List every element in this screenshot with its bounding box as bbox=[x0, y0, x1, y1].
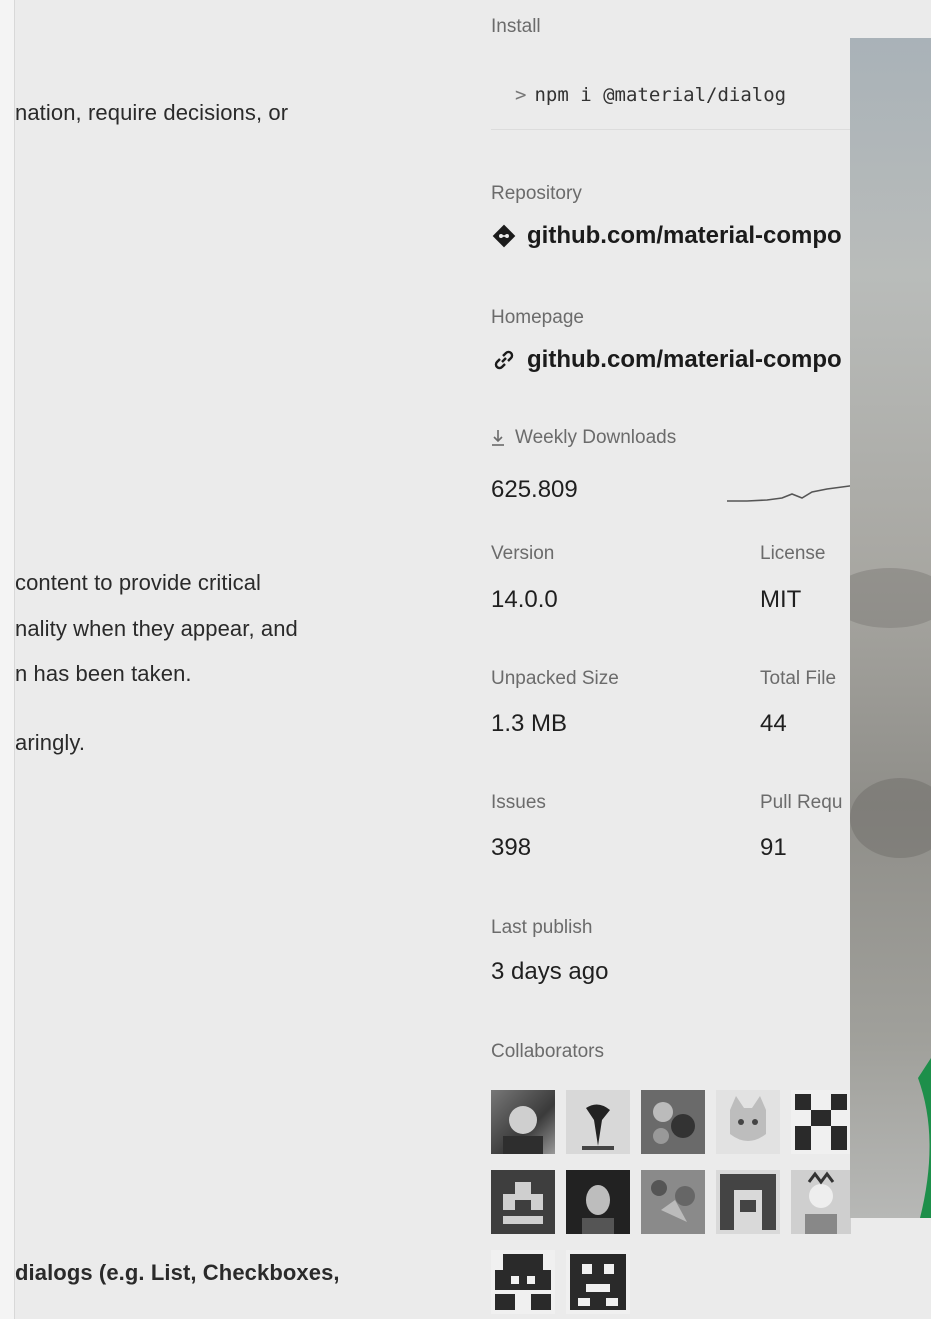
avatar-photo-icon bbox=[651, 1180, 695, 1222]
overlay-photo bbox=[850, 38, 931, 1218]
avatar-photo-icon bbox=[653, 1102, 695, 1144]
pull-requests-value[interactable]: 91 bbox=[760, 834, 787, 862]
readme-text-line: content to provide critical bbox=[15, 570, 262, 595]
collaborator-avatar[interactable] bbox=[791, 1170, 851, 1234]
homepage-link-text[interactable]: github.com/material-compo bbox=[527, 346, 842, 374]
homepage-link[interactable]: github.com/material-compo bbox=[491, 346, 842, 374]
homepage-label: Homepage bbox=[491, 307, 584, 328]
identicon-icon bbox=[720, 1174, 776, 1230]
identicon-icon bbox=[503, 1182, 543, 1224]
readme-text-line: dialogs (e.g. List, Checkboxes, bbox=[15, 1260, 340, 1285]
issues-value[interactable]: 398 bbox=[491, 834, 531, 862]
readme-text-line: nality when they appear, and bbox=[15, 616, 298, 641]
collaborator-avatar[interactable] bbox=[641, 1170, 705, 1234]
weekly-downloads-label: Weekly Downloads bbox=[491, 427, 676, 449]
install-label: Install bbox=[491, 16, 541, 37]
photo-image-icon bbox=[850, 568, 931, 1218]
total-files-label: Total File bbox=[760, 668, 837, 689]
identicon-icon bbox=[795, 1094, 847, 1150]
collaborator-avatar[interactable] bbox=[641, 1090, 705, 1154]
install-command-box[interactable]: > npm i @material/dialog bbox=[491, 58, 861, 130]
readme-text-line: aringly. bbox=[15, 730, 86, 755]
download-icon bbox=[492, 430, 504, 446]
collaborator-avatar[interactable] bbox=[491, 1090, 555, 1154]
collaborator-avatar[interactable] bbox=[566, 1250, 630, 1314]
total-files-value: 44 bbox=[760, 710, 787, 737]
last-publish-label: Last publish bbox=[491, 917, 593, 938]
collaborators-label: Collaborators bbox=[491, 1041, 604, 1062]
avatar-photo-icon bbox=[805, 1171, 837, 1234]
version-value: 14.0.0 bbox=[491, 586, 558, 613]
repository-label: Repository bbox=[491, 183, 582, 204]
collaborator-avatar[interactable] bbox=[791, 1090, 851, 1154]
weekly-downloads-text: Weekly Downloads bbox=[515, 427, 677, 448]
license-value: MIT bbox=[760, 586, 802, 613]
repository-link[interactable]: github.com/material-compo bbox=[491, 222, 842, 250]
weekly-downloads-value: 625.809 bbox=[491, 476, 578, 503]
last-publish-value: 3 days ago bbox=[491, 958, 609, 985]
unpacked-size-label: Unpacked Size bbox=[491, 668, 619, 689]
collaborator-avatar[interactable] bbox=[491, 1250, 555, 1314]
link-icon bbox=[494, 350, 514, 370]
license-label: License bbox=[760, 543, 826, 564]
git-icon bbox=[492, 224, 516, 248]
collaborator-avatar[interactable] bbox=[491, 1170, 555, 1234]
avatar-photo-icon bbox=[503, 1106, 543, 1154]
unpacked-size-value: 1.3 MB bbox=[491, 710, 568, 737]
downloads-sparkline bbox=[727, 484, 857, 502]
readme-text-line: n has been taken. bbox=[15, 661, 192, 686]
repository-link-text[interactable]: github.com/material-compo bbox=[527, 222, 842, 250]
avatar-photo-icon bbox=[582, 1104, 614, 1150]
page-left-border bbox=[0, 0, 15, 1319]
collaborator-avatar[interactable] bbox=[716, 1090, 780, 1154]
readme-text-line: nation, require decisions, or bbox=[15, 100, 289, 125]
collaborator-avatar[interactable] bbox=[716, 1170, 780, 1234]
collaborator-avatar[interactable] bbox=[566, 1170, 630, 1234]
identicon-icon bbox=[570, 1254, 626, 1310]
collaborator-avatar[interactable] bbox=[566, 1090, 630, 1154]
prompt-symbol: > bbox=[515, 84, 527, 106]
issues-label: Issues bbox=[491, 792, 546, 813]
avatar-photo-icon bbox=[582, 1185, 614, 1234]
install-command[interactable]: npm i @material/dialog bbox=[534, 84, 786, 106]
pull-requests-label: Pull Requ bbox=[760, 792, 843, 813]
cat-icon bbox=[730, 1096, 766, 1141]
version-label: Version bbox=[491, 543, 555, 564]
identicon-icon bbox=[495, 1254, 551, 1310]
